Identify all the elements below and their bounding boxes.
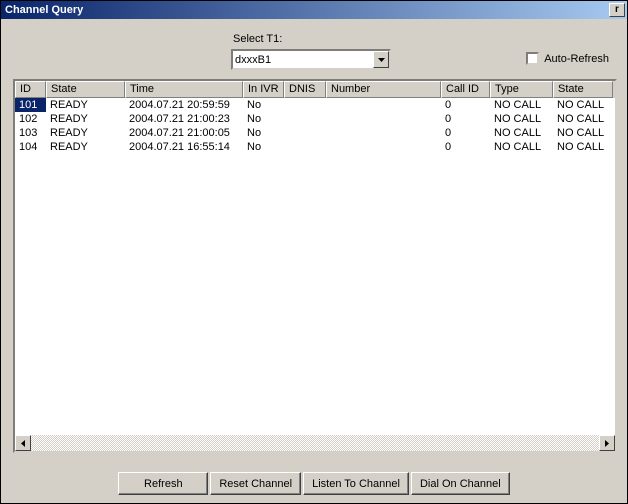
col-header-state[interactable]: State: [46, 81, 125, 98]
reset-channel-button[interactable]: Reset Channel: [210, 472, 301, 495]
cell-state2: NO CALL: [553, 126, 613, 140]
window: Channel Query r Select T1: dxxxB1 Auto-R…: [0, 0, 628, 504]
select-t1-label: Select T1:: [233, 33, 282, 45]
horizontal-scrollbar[interactable]: [15, 435, 615, 451]
titlebar: Channel Query r: [1, 1, 627, 19]
cell-id: 101: [15, 98, 46, 112]
cell-call_id: 0: [441, 126, 490, 140]
cell-in_ivr: No: [243, 140, 284, 154]
cell-type: NO CALL: [490, 140, 553, 154]
select-t1-dropdown[interactable]: dxxxB1: [231, 49, 391, 70]
table-row[interactable]: 101READY2004.07.21 20:59:59No0NO CALLNO …: [15, 98, 615, 112]
scroll-left-button[interactable]: [15, 435, 31, 451]
cell-call_id: 0: [441, 98, 490, 112]
scroll-right-button[interactable]: [599, 435, 615, 451]
close-icon: r: [615, 4, 619, 15]
cell-state2: NO CALL: [553, 98, 613, 112]
cell-in_ivr: No: [243, 126, 284, 140]
cell-id: 102: [15, 112, 46, 126]
cell-time: 2004.07.21 21:00:23: [125, 112, 243, 126]
col-header-number[interactable]: Number: [326, 81, 441, 98]
cell-in_ivr: No: [243, 112, 284, 126]
col-header-callid[interactable]: Call ID: [441, 81, 490, 98]
col-header-type[interactable]: Type: [490, 81, 553, 98]
cell-id: 104: [15, 140, 46, 154]
col-header-time[interactable]: Time: [125, 81, 243, 98]
cell-in_ivr: No: [243, 98, 284, 112]
table-header: ID State Time In IVR DNIS Number Call ID…: [15, 81, 615, 98]
window-title: Channel Query: [5, 4, 83, 16]
refresh-button[interactable]: Refresh: [118, 472, 208, 495]
cell-dnis: [284, 112, 326, 126]
top-controls: Select T1: dxxxB1 Auto-Refresh: [1, 19, 627, 79]
table-row[interactable]: 102READY2004.07.21 21:00:23No0NO CALLNO …: [15, 112, 615, 126]
cell-call_id: 0: [441, 140, 490, 154]
cell-type: NO CALL: [490, 112, 553, 126]
table-row[interactable]: 104READY2004.07.21 16:55:14No0NO CALLNO …: [15, 140, 615, 154]
listen-to-channel-button[interactable]: Listen To Channel: [303, 472, 409, 495]
cell-number: [326, 140, 441, 154]
col-header-dnis[interactable]: DNIS: [284, 81, 326, 98]
cell-type: NO CALL: [490, 126, 553, 140]
cell-state: READY: [46, 112, 125, 126]
close-button[interactable]: r: [609, 3, 625, 17]
scroll-track[interactable]: [31, 435, 599, 451]
cell-state: READY: [46, 98, 125, 112]
cell-state: READY: [46, 140, 125, 154]
chevron-down-icon[interactable]: [373, 51, 389, 68]
cell-number: [326, 126, 441, 140]
cell-dnis: [284, 98, 326, 112]
cell-state2: NO CALL: [553, 140, 613, 154]
cell-time: 2004.07.21 20:59:59: [125, 98, 243, 112]
col-header-state2[interactable]: State: [553, 81, 613, 98]
channel-table: ID State Time In IVR DNIS Number Call ID…: [13, 79, 617, 453]
col-header-ivr[interactable]: In IVR: [243, 81, 284, 98]
auto-refresh-checkbox[interactable]: [526, 52, 539, 65]
cell-type: NO CALL: [490, 98, 553, 112]
cell-dnis: [284, 126, 326, 140]
auto-refresh-control[interactable]: Auto-Refresh: [526, 52, 609, 65]
cell-number: [326, 112, 441, 126]
cell-call_id: 0: [441, 112, 490, 126]
table-row[interactable]: 103READY2004.07.21 21:00:05No0NO CALLNO …: [15, 126, 615, 140]
cell-time: 2004.07.21 16:55:14: [125, 140, 243, 154]
button-row: Refresh Reset Channel Listen To Channel …: [1, 472, 627, 495]
cell-number: [326, 98, 441, 112]
select-t1-value: dxxxB1: [233, 54, 373, 66]
cell-dnis: [284, 140, 326, 154]
col-header-id[interactable]: ID: [15, 81, 46, 98]
cell-state2: NO CALL: [553, 112, 613, 126]
cell-time: 2004.07.21 21:00:05: [125, 126, 243, 140]
cell-state: READY: [46, 126, 125, 140]
auto-refresh-label: Auto-Refresh: [544, 53, 609, 65]
table-body: 101READY2004.07.21 20:59:59No0NO CALLNO …: [15, 98, 615, 154]
cell-id: 103: [15, 126, 46, 140]
dial-on-channel-button[interactable]: Dial On Channel: [411, 472, 510, 495]
